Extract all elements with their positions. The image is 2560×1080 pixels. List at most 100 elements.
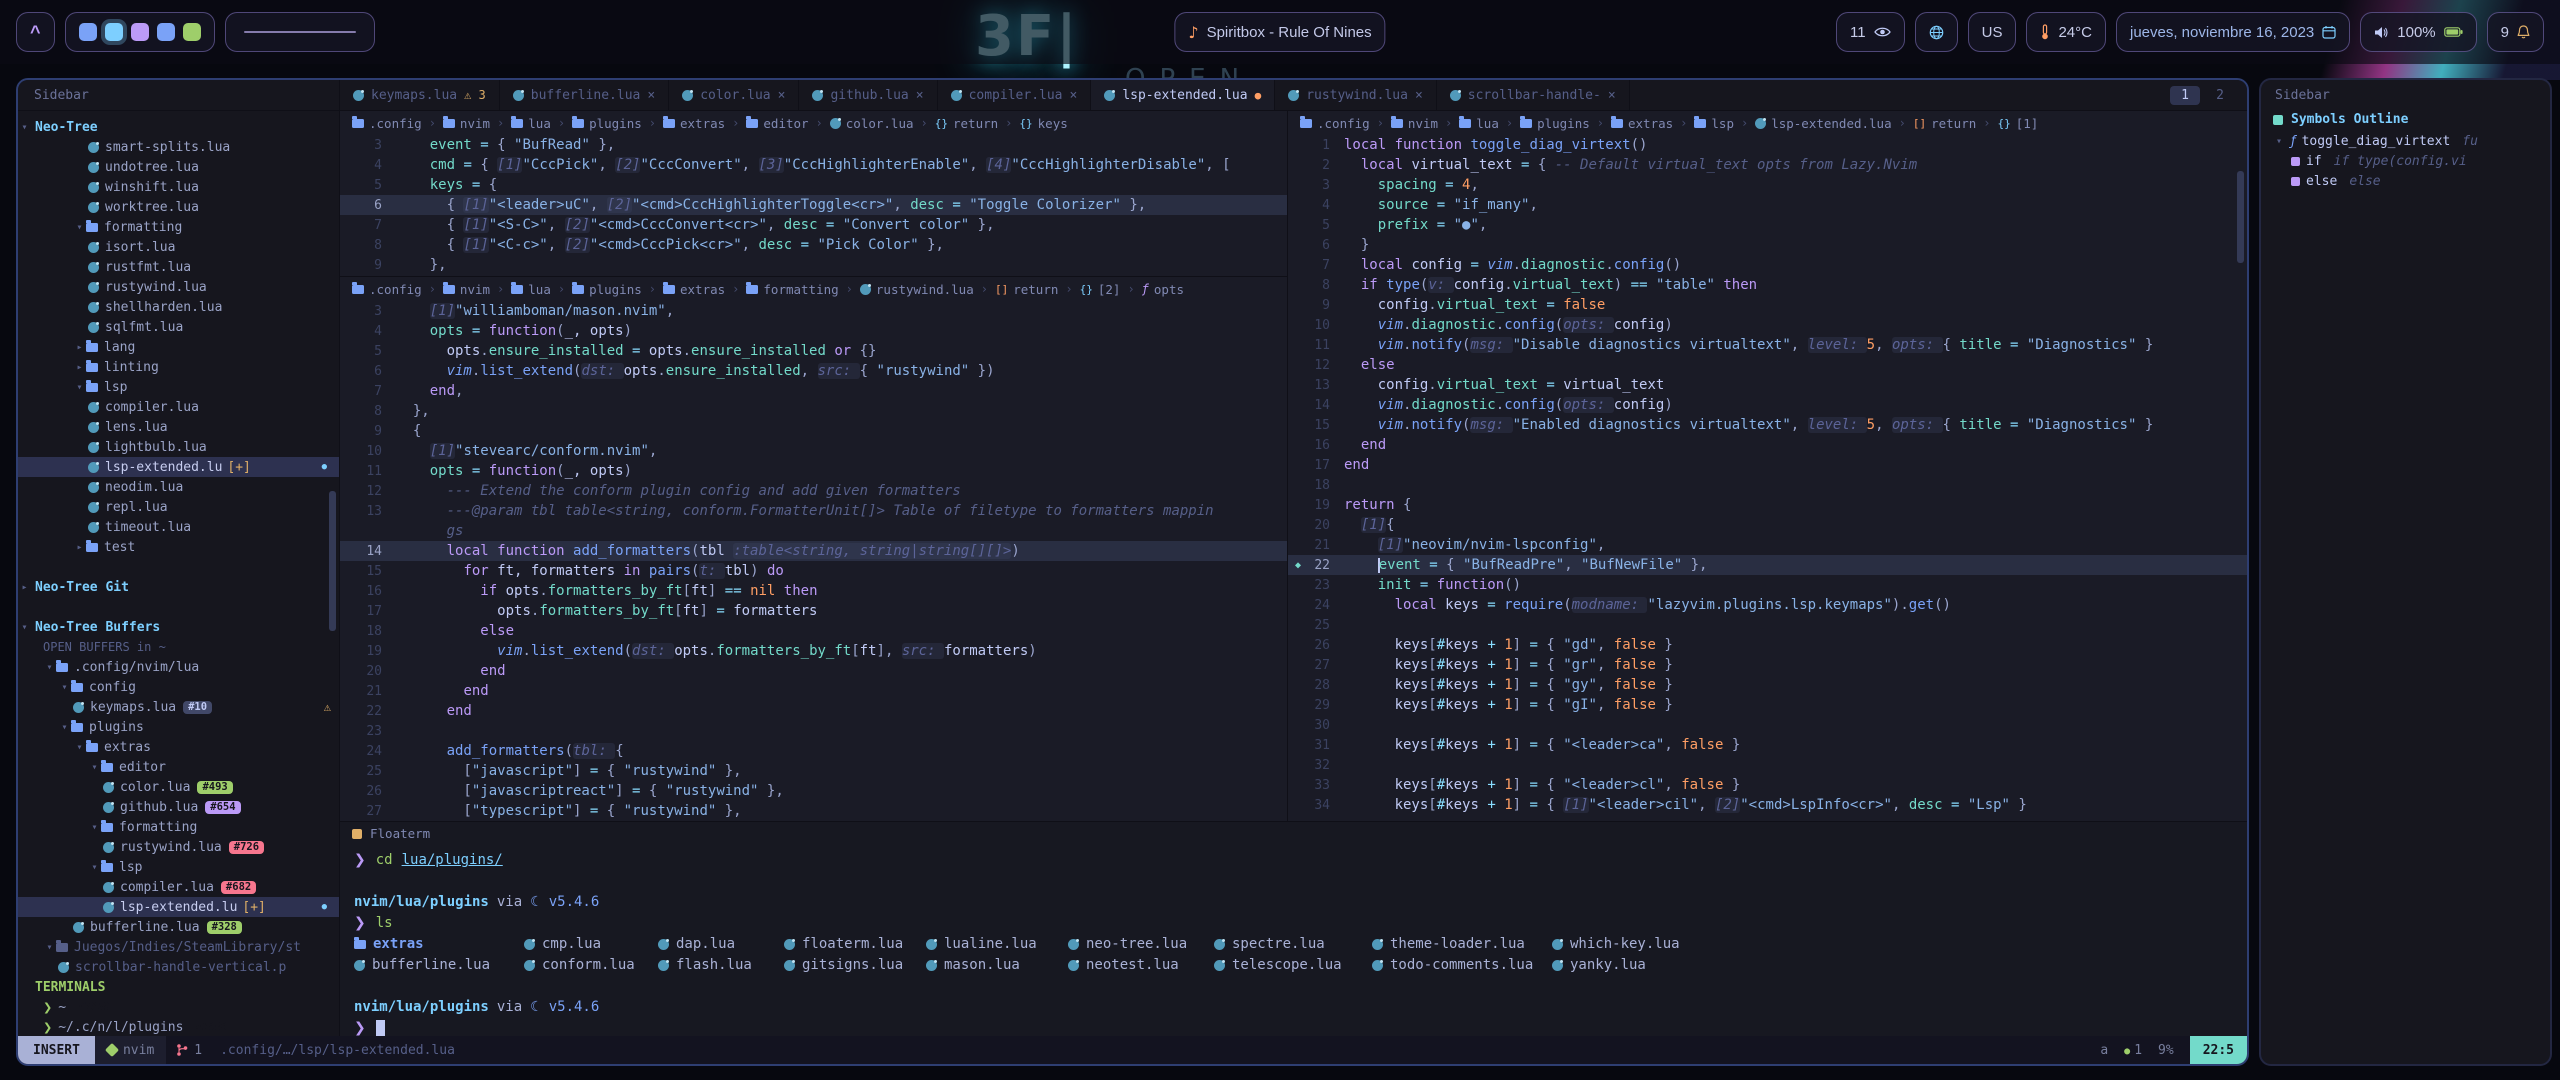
breadcrumb-segment[interactable]: lua: [511, 282, 551, 297]
terminal-output[interactable]: ❯cdlua/plugins/nvim/lua/pluginsvia☾v5.4.…: [340, 846, 2247, 1036]
code-line-10[interactable]: 10 vim.diagnostic.config(opts: config): [1288, 315, 2247, 335]
clock-widget[interactable]: jueves, noviembre 16, 2023: [2116, 12, 2350, 52]
neotree-scrollbar-handle[interactable]: [329, 491, 336, 631]
tab-bufferline-lua[interactable]: bufferline.lua×: [500, 80, 669, 110]
code-line-23[interactable]: 23: [340, 721, 1287, 741]
code-line-8[interactable]: 8 },: [340, 401, 1287, 421]
weather-widget[interactable]: 24°C: [2026, 12, 2106, 52]
tree-item-isort-lua[interactable]: isort.lua: [18, 237, 339, 257]
breadcrumb-segment[interactable]: plugins: [1520, 116, 1590, 131]
code-line-5[interactable]: 5 prefix = "●",: [1288, 215, 2247, 235]
tree-item-shellharden-lua[interactable]: shellharden.lua: [18, 297, 339, 317]
code-line-11[interactable]: 11 opts = function(_, opts): [340, 461, 1287, 481]
breadcrumb-segment[interactable]: {}keys: [1019, 116, 1067, 131]
code-line-23[interactable]: 23 init = function(): [1288, 575, 2247, 595]
breadcrumb-segment[interactable]: formatting: [746, 282, 838, 297]
tab-scrollbar-handle-[interactable]: scrollbar-handle-×: [1437, 80, 1630, 110]
tree-item-timeout-lua[interactable]: timeout.lua: [18, 517, 339, 537]
code-line-wrap[interactable]: gs: [340, 521, 1287, 541]
breadcrumb-segment[interactable]: ƒopts: [1142, 282, 1184, 297]
code-line-5[interactable]: 5 opts.ensure_installed = opts.ensure_in…: [340, 341, 1287, 361]
code-line-26[interactable]: 26 keys[#keys + 1] = { "gd", false }: [1288, 635, 2247, 655]
tree-item-compiler-lua[interactable]: compiler.lua#682: [18, 877, 339, 897]
code-line-4[interactable]: 4 source = "if_many",: [1288, 195, 2247, 215]
breadcrumb-segment[interactable]: nvim: [443, 282, 490, 297]
code-line-7[interactable]: 7 { [1]"<S-C>", [2]"<cmd>CccConvert<cr>"…: [340, 215, 1287, 235]
close-icon[interactable]: ×: [1070, 88, 1078, 103]
breadcrumb-segment[interactable]: []return: [995, 282, 1058, 297]
tree-item-lang[interactable]: ▸lang: [18, 337, 339, 357]
tree-item-formatting[interactable]: ▾formatting: [18, 217, 339, 237]
tree-item-lightbulb-lua[interactable]: lightbulb.lua: [18, 437, 339, 457]
code-line-26[interactable]: 26 ["javascriptreact"] = { "rustywind" }…: [340, 781, 1287, 801]
code-line-24[interactable]: 24 local keys = require(modname: "lazyvi…: [1288, 595, 2247, 615]
tabpage-1[interactable]: 1: [2170, 86, 2200, 105]
breadcrumb-segment[interactable]: {}[1]: [1998, 116, 2039, 131]
tree-item--c-n-l-plugins[interactable]: ❯~/.c/n/l/plugins#3980: [18, 1017, 339, 1036]
tree-item-scrollbar-handle-vertical-p[interactable]: scrollbar-handle-vertical.p: [18, 957, 339, 977]
code-line-1[interactable]: 1local function toggle_diag_virtext(): [1288, 135, 2247, 155]
code-line-25[interactable]: 25 ["javascript"] = { "rustywind" },: [340, 761, 1287, 781]
tab-rustywind-lua[interactable]: rustywind.lua×: [1275, 80, 1437, 110]
tree-item-formatting[interactable]: ▾formatting: [18, 817, 339, 837]
dock-app-icon-5[interactable]: [183, 23, 201, 41]
code-line-18[interactable]: 18 else: [340, 621, 1287, 641]
code-line-15[interactable]: 15 vim.notify(msg: "Enabled diagnostics …: [1288, 415, 2247, 435]
breadcrumb-segment[interactable]: lua: [511, 116, 551, 131]
keyboard-layout-widget[interactable]: US: [1968, 12, 2017, 52]
code-line-19[interactable]: 19return {: [1288, 495, 2247, 515]
code-line-17[interactable]: 17end: [1288, 455, 2247, 475]
close-icon[interactable]: ×: [1415, 88, 1423, 103]
dock-app-icon-3[interactable]: [131, 23, 149, 41]
code-line-18[interactable]: 18: [1288, 475, 2247, 495]
code-line-32[interactable]: 32: [1288, 755, 2247, 775]
breadcrumb-segment[interactable]: rustywind.lua: [860, 282, 974, 297]
tree-item-keymaps-lua[interactable]: keymaps.lua#10⚠: [18, 697, 339, 717]
breadcrumb-segment[interactable]: lsp-extended.lua: [1755, 116, 1891, 131]
tree-item-sqlfmt-lua[interactable]: sqlfmt.lua: [18, 317, 339, 337]
breadcrumb-segment[interactable]: []return: [1913, 116, 1976, 131]
tree-item-config[interactable]: ▾config: [18, 677, 339, 697]
code-line-17[interactable]: 17 opts.formatters_by_ft[ft] = formatter…: [340, 601, 1287, 621]
code-line-27[interactable]: 27 keys[#keys + 1] = { "gr", false }: [1288, 655, 2247, 675]
neotree-section-neo-tree-git[interactable]: ▸Neo-Tree Git: [18, 577, 339, 597]
tree-item-test[interactable]: ▸test: [18, 537, 339, 557]
code-line-2[interactable]: 2 local virtual_text = { -- Default virt…: [1288, 155, 2247, 175]
tree-item--[interactable]: ❯~#2859: [18, 997, 339, 1017]
code-line-20[interactable]: 20 [1]{: [1288, 515, 2247, 535]
code-line-3[interactable]: 3 [1]"williamboman/mason.nvim",: [340, 301, 1287, 321]
code-line-16[interactable]: 16 end: [1288, 435, 2247, 455]
code-line-14[interactable]: 14 local function add_formatters(tbl :ta…: [340, 541, 1287, 561]
neotree-section-neo-tree-buffers[interactable]: ▾Neo-Tree Buffers: [18, 617, 339, 637]
neotree-section-terminals[interactable]: TERMINALS: [18, 977, 339, 997]
code-line-9[interactable]: 9 {: [340, 421, 1287, 441]
breadcrumb-segment[interactable]: .config: [352, 116, 422, 131]
dock-app-icon-4[interactable]: [157, 23, 175, 41]
tabpage-2[interactable]: 2: [2205, 86, 2235, 105]
tree-item-linting[interactable]: ▸linting: [18, 357, 339, 377]
tree-item-rustywind-lua[interactable]: rustywind.lua: [18, 277, 339, 297]
breadcrumb-segment[interactable]: extras: [663, 116, 725, 131]
breadcrumb-segment[interactable]: plugins: [572, 116, 642, 131]
code-line-19[interactable]: 19 vim.list_extend(dst: opts.formatters_…: [340, 641, 1287, 661]
code-line-13[interactable]: 13 ---@param tbl table<string, conform.F…: [340, 501, 1287, 521]
breadcrumb-segment[interactable]: editor: [746, 116, 808, 131]
tree-item-repl-lua[interactable]: repl.lua: [18, 497, 339, 517]
code-line-9[interactable]: 9 },: [340, 255, 1287, 275]
code-line-21[interactable]: 21 [1]"neovim/nvim-lspconfig",: [1288, 535, 2247, 555]
audio-battery-widget[interactable]: 100%: [2360, 12, 2476, 52]
breadcrumb-segment[interactable]: nvim: [1391, 116, 1438, 131]
code-line-30[interactable]: 30: [1288, 715, 2247, 735]
code-line-12[interactable]: 12 --- Extend the conform plugin config …: [340, 481, 1287, 501]
tree-item-lsp[interactable]: ▾lsp: [18, 857, 339, 877]
dock-app-icon-2[interactable]: [105, 23, 123, 41]
tree-item-lsp-extended-lu[interactable]: lsp-extended.lu[+]●: [18, 897, 339, 917]
tree-item-winshift-lua[interactable]: winshift.lua: [18, 177, 339, 197]
code-line-4[interactable]: 4 cmd = { [1]"CccPick", [2]"CccConvert",…: [340, 155, 1287, 175]
tree-item-lsp-extended-lu[interactable]: lsp-extended.lu[+]●: [18, 457, 339, 477]
breadcrumb-segment[interactable]: nvim: [443, 116, 490, 131]
tab-github-lua[interactable]: github.lua×: [799, 80, 937, 110]
close-icon[interactable]: ×: [778, 88, 786, 103]
code-line-21[interactable]: 21 end: [340, 681, 1287, 701]
code-line-8[interactable]: 8 if type(v: config.virtual_text) == "ta…: [1288, 275, 2247, 295]
